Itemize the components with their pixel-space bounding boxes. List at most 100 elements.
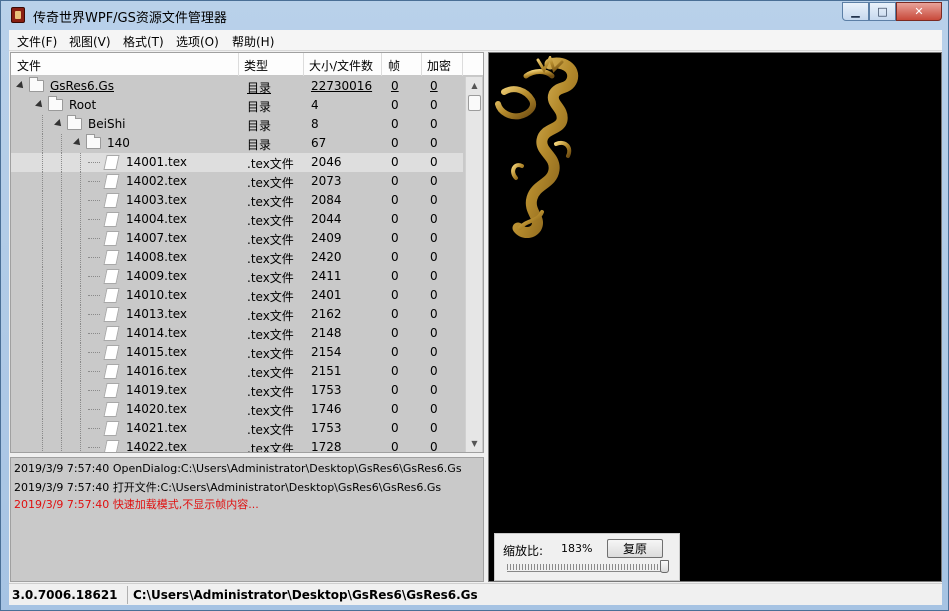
tree-row-type: .tex文件 xyxy=(247,233,294,247)
column-separator[interactable] xyxy=(381,53,382,76)
tree-guide-line xyxy=(61,248,62,267)
tree-row-encrypted: 0 xyxy=(430,174,438,188)
tree-row[interactable]: 14022.tex .tex文件 1728 0 0 xyxy=(11,438,463,452)
scroll-up-icon[interactable]: ▲ xyxy=(466,77,483,94)
tree-row[interactable]: 14008.tex .tex文件 2420 0 0 xyxy=(11,248,463,267)
tree-row-encrypted: 0 xyxy=(430,421,438,435)
tree-row-encrypted: 0 xyxy=(430,269,438,283)
tree-row-size: 4 xyxy=(311,98,319,112)
tree-guide-line xyxy=(61,286,62,305)
scroll-thumb[interactable] xyxy=(468,95,481,111)
file-icon xyxy=(103,383,120,398)
log-panel[interactable]: 2019/3/9 7:57:40 OpenDialog:C:\Users\Adm… xyxy=(10,457,484,582)
tree-row-frames: 0 xyxy=(391,174,399,188)
tree-guide-line xyxy=(61,267,62,286)
app-icon[interactable] xyxy=(11,7,25,23)
column-header-frames[interactable]: 帧 xyxy=(388,57,400,74)
expand-arrow-icon[interactable] xyxy=(35,100,45,110)
tree-row[interactable]: 14004.tex .tex文件 2044 0 0 xyxy=(11,210,463,229)
tree-row-size: 2409 xyxy=(311,231,342,245)
tree-row-name: 14015.tex xyxy=(126,345,187,359)
menu-view[interactable]: 视图(V) xyxy=(69,33,111,50)
folder-icon xyxy=(29,77,44,92)
zoom-slider[interactable] xyxy=(507,564,667,572)
tree-row[interactable]: Root 目录 4 0 0 xyxy=(11,96,463,115)
tree-row-size: 2084 xyxy=(311,193,342,207)
reset-zoom-button[interactable]: 复原 xyxy=(607,539,663,558)
tree-row-size: 8 xyxy=(311,117,319,131)
file-tree-panel[interactable]: 文件 类型 大小/文件数 帧 加密 GsRes6.Gs 目录 22730016 0 0 R… xyxy=(10,52,484,453)
tree-guide-line xyxy=(61,381,62,400)
scroll-down-icon[interactable]: ▼ xyxy=(466,435,483,452)
menu-options[interactable]: 选项(O) xyxy=(176,33,219,50)
vertical-scrollbar[interactable]: ▲ ▼ xyxy=(465,77,482,452)
log-message: 快速加载模式,不显示帧内容... xyxy=(112,498,259,511)
expand-arrow-icon[interactable] xyxy=(73,138,83,148)
folder-icon xyxy=(48,96,63,111)
zoom-slider-thumb[interactable] xyxy=(659,560,669,573)
tree-row-encrypted: 0 xyxy=(430,79,438,93)
tree-row-encrypted: 0 xyxy=(430,402,438,416)
tree-row[interactable]: 14001.tex .tex文件 2046 0 0 xyxy=(11,153,463,172)
tree-guide-line xyxy=(42,153,43,172)
tree-guide-line xyxy=(80,210,81,229)
file-icon xyxy=(103,421,120,436)
tree-row-name: 14007.tex xyxy=(126,231,187,245)
menu-file[interactable]: 文件(F) xyxy=(17,33,57,50)
tree-row[interactable]: 14021.tex .tex文件 1753 0 0 xyxy=(11,419,463,438)
tree-row-size: 2411 xyxy=(311,269,342,283)
menu-help[interactable]: 帮助(H) xyxy=(232,33,274,50)
tree-row-size: 2073 xyxy=(311,174,342,188)
tree-row[interactable]: GsRes6.Gs 目录 22730016 0 0 xyxy=(11,77,463,96)
tree-row-encrypted: 0 xyxy=(430,136,438,150)
tree-row[interactable]: 14007.tex .tex文件 2409 0 0 xyxy=(11,229,463,248)
maximize-button[interactable]: □ xyxy=(869,2,896,21)
expand-arrow-icon[interactable] xyxy=(16,81,26,91)
tree-row[interactable]: 14002.tex .tex文件 2073 0 0 xyxy=(11,172,463,191)
tree-row[interactable]: 14016.tex .tex文件 2151 0 0 xyxy=(11,362,463,381)
minimize-button[interactable]: ▁ xyxy=(842,2,869,21)
file-icon xyxy=(103,250,120,265)
tree-row-type: .tex文件 xyxy=(247,442,294,452)
tree-row[interactable]: 14015.tex .tex文件 2154 0 0 xyxy=(11,343,463,362)
tree-connector xyxy=(88,333,100,334)
column-separator[interactable] xyxy=(238,53,239,76)
tree-row[interactable]: BeiShi 目录 8 0 0 xyxy=(11,115,463,134)
tree-connector xyxy=(88,447,100,448)
column-header-type[interactable]: 类型 xyxy=(244,57,268,74)
window-title: 传奇世界WPF/GS资源文件管理器 xyxy=(33,11,227,26)
column-header-size[interactable]: 大小/文件数 xyxy=(309,57,373,74)
tree-row[interactable]: 140 目录 67 0 0 xyxy=(11,134,463,153)
menu-format[interactable]: 格式(T) xyxy=(123,33,164,50)
column-separator[interactable] xyxy=(303,53,304,76)
tree-row[interactable]: 14013.tex .tex文件 2162 0 0 xyxy=(11,305,463,324)
title-bar[interactable]: 传奇世界WPF/GS资源文件管理器 ▁ □ ✕ xyxy=(1,1,948,30)
tree-row-name: 14003.tex xyxy=(126,193,187,207)
tree-guide-line xyxy=(61,229,62,248)
expand-arrow-icon[interactable] xyxy=(54,119,64,129)
log-timestamp: 2019/3/9 7:57:40 xyxy=(14,462,110,475)
tree-row-frames: 0 xyxy=(391,326,399,340)
tree-row[interactable]: 14010.tex .tex文件 2401 0 0 xyxy=(11,286,463,305)
tree-guide-line xyxy=(61,191,62,210)
file-icon xyxy=(103,326,120,341)
tree-row-type: .tex文件 xyxy=(247,385,294,399)
column-separator[interactable] xyxy=(421,53,422,76)
tree-guide-line xyxy=(42,191,43,210)
tree-row[interactable]: 14009.tex .tex文件 2411 0 0 xyxy=(11,267,463,286)
tree-row[interactable]: 14003.tex .tex文件 2084 0 0 xyxy=(11,191,463,210)
column-header-encrypted[interactable]: 加密 xyxy=(427,57,451,74)
close-button[interactable]: ✕ xyxy=(896,2,942,21)
preview-panel[interactable]: 缩放比: 183% 复原 xyxy=(488,52,942,582)
tree-row-type: 目录 xyxy=(247,119,272,133)
tree-row[interactable]: 14014.tex .tex文件 2148 0 0 xyxy=(11,324,463,343)
column-header-file[interactable]: 文件 xyxy=(17,57,41,74)
tree-guide-line xyxy=(80,286,81,305)
file-icon xyxy=(103,307,120,322)
tree-row[interactable]: 14019.tex .tex文件 1753 0 0 xyxy=(11,381,463,400)
tree-connector xyxy=(88,200,100,201)
dragon-image xyxy=(495,56,579,238)
tree-row[interactable]: 14020.tex .tex文件 1746 0 0 xyxy=(11,400,463,419)
tree-guide-line xyxy=(61,419,62,438)
column-separator[interactable] xyxy=(462,53,463,76)
